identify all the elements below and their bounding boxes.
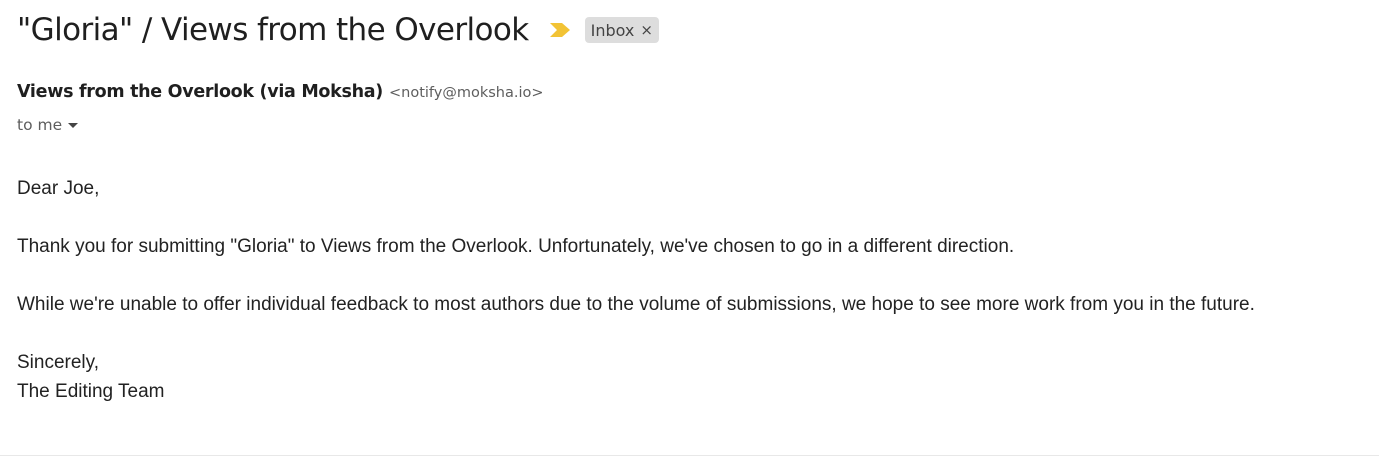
importance-marker-icon[interactable] — [549, 22, 571, 38]
recipient-details-toggle[interactable]: to me — [17, 114, 79, 136]
body-paragraph-2: While we're unable to offer individual f… — [17, 294, 1255, 315]
label-chip-inbox[interactable]: Inbox × — [584, 17, 659, 43]
subject-row: "Gloria" / Views from the Overlook Inbox… — [17, 8, 659, 52]
body-greeting: Dear Joe, — [17, 178, 100, 199]
recipient-text: to me — [17, 116, 63, 134]
sender-name[interactable]: Views from the Overlook (via Moksha) — [17, 82, 383, 102]
label-chip-text: Inbox — [590, 20, 635, 40]
body-paragraph-1: Thank you for submitting "Gloria" to Vie… — [17, 236, 1015, 257]
sender-email[interactable]: <notify@moksha.io> — [389, 85, 544, 101]
remove-label-icon[interactable]: × — [640, 22, 653, 38]
chevron-down-icon[interactable] — [68, 122, 79, 128]
divider — [0, 455, 1379, 456]
body-signature: The Editing Team — [17, 381, 165, 402]
email-body: Dear Joe, Thank you for submitting "Glor… — [17, 174, 1255, 406]
body-closing: Sincerely, — [17, 352, 100, 373]
sender-row: Views from the Overlook (via Moksha) <no… — [17, 82, 544, 108]
email-subject: "Gloria" / Views from the Overlook — [17, 12, 529, 48]
